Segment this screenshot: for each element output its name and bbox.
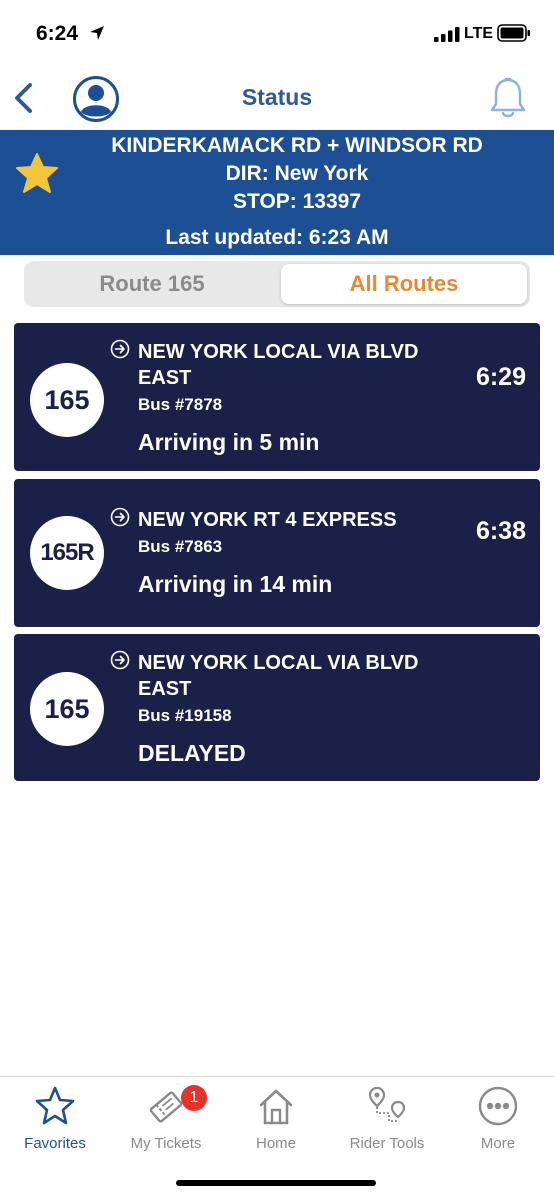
bus-number: Bus #19158 [138,706,232,725]
ticket-icon [149,1091,183,1123]
route-badge: 165 [30,363,104,437]
last-updated: Last updated: 6:23 AM [165,226,389,249]
rider-tools-icon [368,1086,406,1122]
page-title: Status [241,84,313,110]
tab-favorites[interactable]: Favorites [0,1083,110,1157]
home-icon [259,1089,293,1125]
direction-arrow-icon [110,507,130,527]
direction-arrow-icon [110,650,130,670]
tab-label: My Tickets [130,1135,202,1152]
stop-number: STOP: 13397 [232,190,362,213]
arrival-time: 6:29 [475,363,526,391]
network-type: LTE [464,25,494,42]
stop-direction: DIR: New York [225,162,369,185]
arrival-time: 6:38 [475,517,526,545]
tab-more[interactable]: More [443,1083,553,1157]
route-filter-control: Route 165 All Routes [24,261,530,307]
tab-label: Favorites [24,1135,86,1152]
tab-my-tickets[interactable]: 1 My Tickets [111,1083,221,1157]
home-indicator [176,1180,376,1186]
destination: NEW YORK LOCAL VIA BLVD EAST [138,341,419,389]
destination: NEW YORK LOCAL VIA BLVD EAST [138,652,419,700]
bus-number: Bus #7878 [138,395,223,414]
nav-header: Status [0,70,554,130]
location-arrow-icon [90,26,104,40]
tab-label: Rider Tools [349,1135,425,1152]
stop-name: KINDERKAMACK RD + WINDSOR RD [111,134,483,157]
bus-number: Bus #7863 [138,537,223,556]
tab-label: Home [255,1135,296,1152]
battery-icon [497,24,530,42]
tab-all-routes[interactable]: All Routes [281,264,527,304]
signal-icon [434,27,460,42]
ticket-count-badge: 1 [181,1085,207,1111]
more-icon [478,1086,518,1126]
arrival-card[interactable]: 165R NEW YORK RT 4 EXPRESS Bus #7863 Arr… [14,479,540,627]
tab-home[interactable]: Home [221,1083,331,1157]
tab-label: More [480,1135,516,1152]
destination: NEW YORK RT 4 EXPRESS [138,509,397,531]
status-bar: 6:24 LTE [0,0,554,70]
arrival-card[interactable]: 165 NEW YORK LOCAL VIA BLVD EAST Bus #19… [14,634,540,781]
direction-arrow-icon [110,339,130,359]
route-badge: 165 [30,672,104,746]
arrival-status: Arriving in 14 min [138,571,333,597]
bell-icon[interactable] [487,75,529,121]
tab-route-165[interactable]: Route 165 [27,264,277,304]
status-time: 6:24 [36,22,79,45]
arrival-status: DELAYED [138,740,246,766]
star-icon [35,1086,75,1125]
arrival-status: Arriving in 5 min [138,429,320,455]
stop-info-banner: KINDERKAMACK RD + WINDSOR RD DIR: New Yo… [0,130,554,255]
arrival-card[interactable]: 165 NEW YORK LOCAL VIA BLVD EAST Bus #78… [14,323,540,471]
tab-rider-tools[interactable]: Rider Tools [332,1083,442,1157]
route-badge: 165R [30,516,104,590]
